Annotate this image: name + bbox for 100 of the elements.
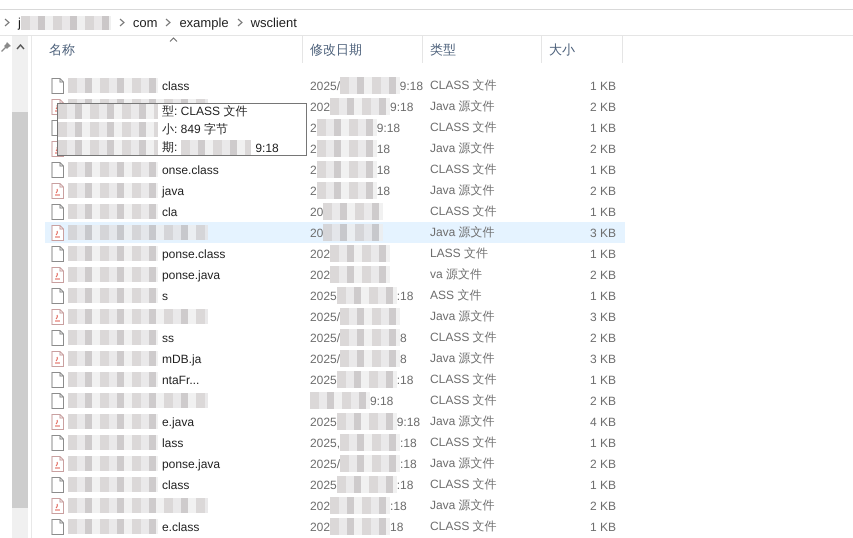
column-header[interactable]: 名称 <box>49 40 75 58</box>
redaction-mask <box>323 203 384 220</box>
redaction-mask <box>336 476 397 493</box>
date-text: 202 <box>310 100 330 114</box>
file-size: 3 KB <box>590 226 616 240</box>
date-text: 2 <box>310 162 317 176</box>
file-name: class <box>162 78 190 92</box>
file-icon <box>51 162 64 178</box>
redaction-mask <box>330 518 390 535</box>
date-text: 202 <box>310 498 330 512</box>
file-size: 1 KB <box>590 120 616 134</box>
file-type: CLASS 文件 <box>430 77 497 94</box>
file-type: CLASS 文件 <box>430 203 497 220</box>
redaction-mask <box>330 497 390 514</box>
date-text: :18 <box>400 456 417 470</box>
redaction-mask <box>330 98 390 115</box>
file-size: 2 KB <box>590 456 616 470</box>
file-type: CLASS 文件 <box>430 161 497 178</box>
file-type: Java 源文件 <box>430 413 495 430</box>
date-text: 2025/ <box>310 456 340 470</box>
date-text: 202 <box>310 520 330 534</box>
file-size: 2 KB <box>590 394 616 408</box>
date-text: 2025/ <box>310 78 340 92</box>
redaction-mask <box>316 161 377 178</box>
date-text: 9:18 <box>400 78 423 92</box>
file-name: e.class <box>162 520 200 534</box>
redaction-mask <box>316 182 377 199</box>
file-size: 1 KB <box>590 436 616 450</box>
date-text: 9:18 <box>390 100 414 114</box>
file-icon <box>51 78 64 94</box>
file-size: 1 KB <box>590 78 616 92</box>
java-file-icon <box>51 414 64 430</box>
java-file-icon <box>51 182 64 198</box>
redaction-mask <box>336 371 397 388</box>
java-file-icon <box>51 308 64 324</box>
java-file-icon <box>51 266 64 282</box>
breadcrumb-item[interactable]: j <box>18 15 21 30</box>
date-text: :18 <box>390 498 407 512</box>
file-name: ponse.java <box>162 268 220 282</box>
redaction-mask <box>330 266 390 283</box>
java-file-icon <box>51 224 64 240</box>
file-size: 2 KB <box>590 330 616 344</box>
date-text: 2 <box>310 120 317 134</box>
file-name: ntaFr... <box>162 372 200 386</box>
file-icon <box>51 246 64 262</box>
file-size: 2 KB <box>590 498 616 512</box>
breadcrumb-item[interactable]: example <box>179 15 229 30</box>
scroll-up-icon[interactable] <box>16 44 24 50</box>
chevron-icon[interactable] <box>4 18 10 27</box>
redaction-mask <box>181 140 252 155</box>
redaction-mask <box>323 224 384 241</box>
date-text: 18 <box>376 184 390 198</box>
pin-icon[interactable] <box>1 42 11 52</box>
file-name: ponse.java <box>162 456 220 470</box>
file-size: 1 KB <box>590 372 616 386</box>
file-name: mDB.ja <box>162 352 202 366</box>
file-name: s <box>162 288 168 302</box>
selected-row-highlight[interactable]: 20 Java 源文件 3 KB <box>45 222 625 243</box>
chevron-icon[interactable] <box>165 18 172 27</box>
date-text: 2 <box>310 142 317 156</box>
date-text: 2025 <box>310 288 337 302</box>
redaction-mask <box>336 413 397 430</box>
date-text: 9:18 <box>376 120 400 134</box>
date-text: 18 <box>376 142 390 156</box>
date-text: 20 <box>310 204 324 218</box>
file-type: CLASS 文件 <box>430 329 497 346</box>
column-header[interactable]: 类型 <box>430 40 456 58</box>
chevron-icon[interactable] <box>236 18 243 27</box>
file-size: 2 KB <box>590 268 616 282</box>
file-size: 2 KB <box>590 184 616 198</box>
date-text: :18 <box>396 478 414 492</box>
file-size: 1 KB <box>590 246 616 260</box>
file-size: 2 KB <box>590 100 616 114</box>
breadcrumb-item[interactable]: wsclient <box>250 15 297 30</box>
file-name: class <box>162 478 190 492</box>
date-text: :18 <box>396 288 414 302</box>
tooltip-text: 期: <box>162 139 178 156</box>
breadcrumb-item[interactable]: com <box>132 15 158 30</box>
column-header[interactable]: 大小 <box>549 40 575 58</box>
scrollbar-thumb[interactable] <box>12 112 28 508</box>
file-icon <box>51 330 64 346</box>
date-text: 2025 <box>310 372 337 386</box>
file-size: 1 KB <box>590 162 616 176</box>
file-type: CLASS 文件 <box>430 476 497 493</box>
chevron-icon[interactable] <box>118 18 125 27</box>
file-icon <box>51 372 64 388</box>
file-size: 3 KB <box>590 310 616 324</box>
date-text: 20 <box>310 226 324 240</box>
file-size: 1 KB <box>590 204 616 218</box>
file-name: onse.class <box>162 162 219 176</box>
file-type: Java 源文件 <box>430 140 495 157</box>
column-header[interactable]: 修改日期 <box>310 40 362 58</box>
date-text: 2025 <box>310 414 337 428</box>
date-text: 18 <box>390 520 404 534</box>
date-text: 2025/ <box>310 310 340 324</box>
redaction-mask <box>316 140 377 157</box>
file-icon <box>51 204 64 220</box>
redaction-mask <box>340 455 400 472</box>
file-type: Java 源文件 <box>430 182 495 199</box>
redaction-mask <box>310 392 370 409</box>
